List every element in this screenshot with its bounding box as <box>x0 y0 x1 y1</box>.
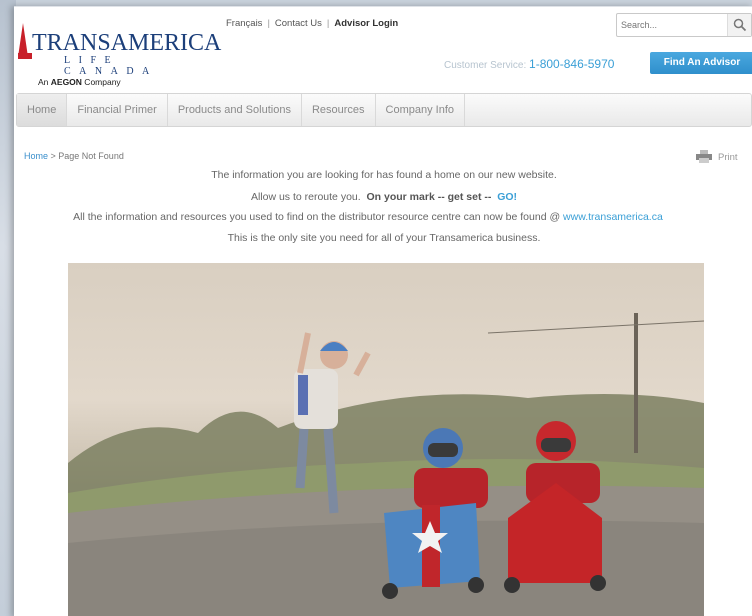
logo-sub: LIFE CANADA <box>64 55 158 77</box>
message-line-3: All the information and resources you us… <box>0 211 738 223</box>
search-input[interactable] <box>617 14 727 36</box>
breadcrumb-home-link[interactable]: Home <box>24 151 48 161</box>
separator: | <box>326 18 330 29</box>
transamerica-website-link[interactable]: www.transamerica.ca <box>563 211 663 223</box>
nav-item-company-info[interactable]: Company Info <box>376 94 466 126</box>
logo-tagline-prefix: An <box>38 77 51 87</box>
message-line-3-text: All the information and resources you us… <box>73 211 561 223</box>
message-line-1: The information you are looking for has … <box>211 169 557 181</box>
web-page: TRANSAMERICA LIFE CANADA An AEGON Compan… <box>14 6 752 616</box>
search-box <box>616 13 752 37</box>
message-line-2-mark: On your mark -- get set -- <box>366 191 492 203</box>
print-button[interactable]: Print <box>696 150 738 163</box>
message-line-2: Allow us to reroute you. On your mark --… <box>14 191 752 203</box>
message-line-2-go: GO! <box>497 191 518 203</box>
printer-icon <box>696 150 712 163</box>
francais-link[interactable]: Français <box>226 18 262 29</box>
search-button[interactable] <box>727 14 751 36</box>
find-an-advisor-button[interactable]: Find An Advisor <box>650 52 752 74</box>
breadcrumb-current: Page Not Found <box>58 151 124 161</box>
transamerica-logo[interactable]: TRANSAMERICA LIFE CANADA An AEGON Compan… <box>18 21 221 87</box>
customer-service-label: Customer Service: <box>444 60 527 71</box>
logo-tagline-suffix: Company <box>81 77 121 87</box>
search-icon <box>733 18 747 32</box>
logo-name: TRANSAMERICA <box>32 30 222 56</box>
message-line-4: This is the only site you need for all o… <box>227 232 541 244</box>
hero-photo-illustration <box>68 313 704 616</box>
pyramid-flame-icon <box>18 23 28 57</box>
breadcrumb: Home > Page Not Found <box>24 151 124 161</box>
nav-item-home[interactable]: Home <box>17 94 68 126</box>
logo-tagline-bold: AEGON <box>50 77 82 87</box>
contact-us-link[interactable]: Contact Us <box>275 18 322 29</box>
hero-photo-soapbox-racers <box>68 263 704 616</box>
logo-base-mark <box>18 53 32 59</box>
message-line-2-prefix: Allow us to reroute you. <box>250 191 361 203</box>
separator: | <box>267 18 270 29</box>
customer-service-phone[interactable]: 1-800-846-5970 <box>529 57 614 71</box>
nav-item-products-and-solutions[interactable]: Products and Solutions <box>168 94 302 126</box>
customer-service: Customer Service: 1-800-846-5970 <box>444 57 614 71</box>
breadcrumb-separator: > <box>48 151 59 161</box>
nav-item-resources[interactable]: Resources <box>302 94 376 126</box>
logo-tagline: An AEGON Company <box>38 77 121 87</box>
top-links: Français | Contact Us | Advisor Login <box>226 18 398 29</box>
nav-item-financial-primer[interactable]: Financial Primer <box>67 94 168 126</box>
advisor-login-link[interactable]: Advisor Login <box>334 18 398 29</box>
print-label: Print <box>718 152 738 163</box>
main-nav: Home Financial Primer Products and Solut… <box>16 93 752 127</box>
